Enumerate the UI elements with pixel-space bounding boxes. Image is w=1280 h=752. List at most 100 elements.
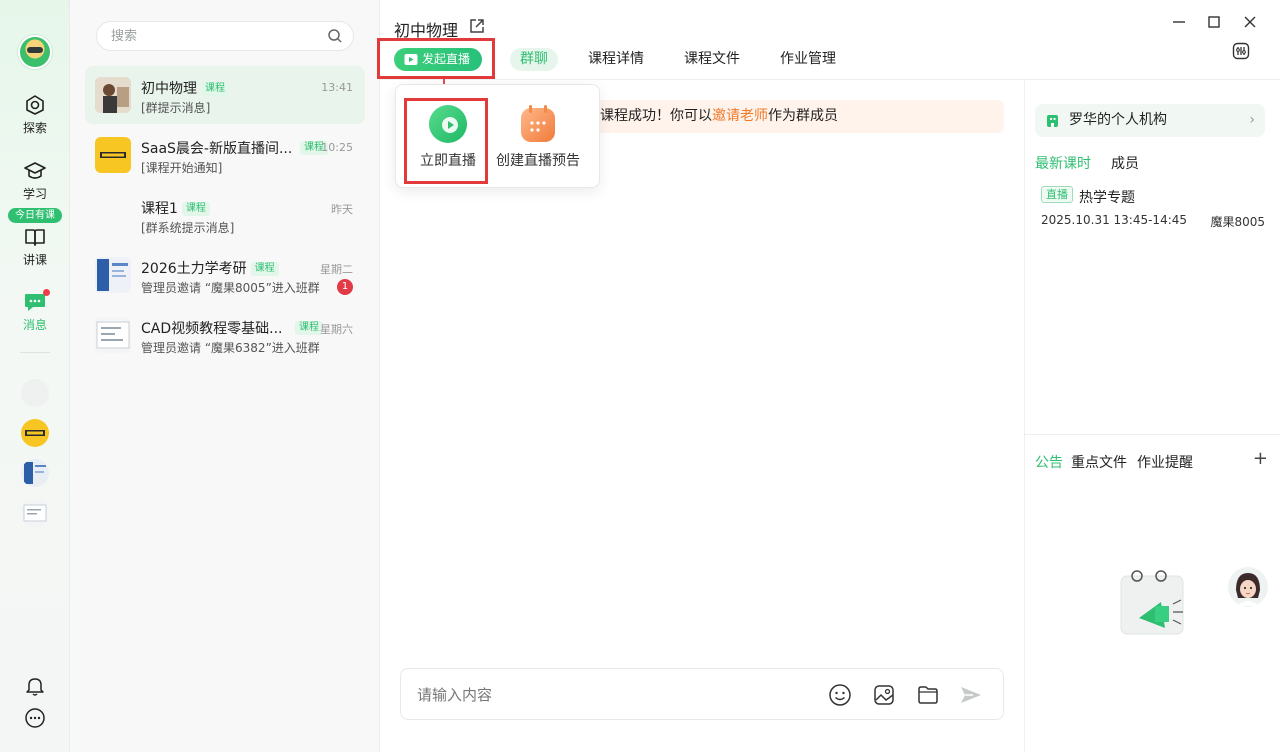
graduation-cap-icon xyxy=(24,162,46,179)
conversation-avatar xyxy=(95,197,131,233)
rail-more[interactable] xyxy=(0,707,70,732)
schedule-live-option[interactable]: 创建直播预告 xyxy=(490,103,586,170)
maximize-icon[interactable] xyxy=(1207,15,1221,29)
conversation-item[interactable]: SaaS晨会-新版直播间... 课程 10:25 [课程开始通知] xyxy=(85,126,365,184)
rail-notifications[interactable] xyxy=(0,675,70,700)
tab-course-files[interactable]: 课程文件 xyxy=(684,48,740,71)
course-side-panel: 罗华的个人机构 › 最新课时 成员 直播 热学专题 2025.10.31 13:… xyxy=(1024,80,1280,752)
tab-homework[interactable]: 作业管理 xyxy=(780,48,836,71)
book-cover-icon xyxy=(97,259,128,291)
rail-label-explore: 探索 xyxy=(22,121,47,135)
search-icon[interactable] xyxy=(327,28,343,44)
conversation-item[interactable]: CAD视频教程零基础... 课程 星期六 管理员邀请 “魔果6382”进入班群 xyxy=(85,306,365,364)
conversation-preview: [群系统提示消息] xyxy=(141,221,235,235)
highlight-box-live-now xyxy=(404,98,488,184)
search-input[interactable] xyxy=(111,22,321,50)
calendar-icon xyxy=(521,105,555,142)
pinned-avatar-4[interactable] xyxy=(21,499,49,527)
message-input[interactable] xyxy=(417,683,797,707)
pinned-avatar-1[interactable] xyxy=(21,379,49,407)
course-tag: 课程 xyxy=(181,202,210,216)
conversation-name: 2026土力学考研 课程 xyxy=(141,258,279,278)
book-cover-icon xyxy=(24,462,46,484)
document-thumb-icon xyxy=(96,321,130,349)
image-icon[interactable] xyxy=(872,683,896,707)
announcement-empty-illustration xyxy=(1120,570,1184,635)
conversation-avatar xyxy=(95,137,131,173)
conversation-time: 13:41 xyxy=(321,81,353,94)
tab-key-files[interactable]: 重点文件 xyxy=(1071,452,1127,472)
conversation-name: SaaS晨会-新版直播间... xyxy=(141,141,293,157)
course-logo-icon xyxy=(100,152,126,158)
teacher-photo-icon xyxy=(95,77,131,113)
add-button[interactable]: + xyxy=(1253,448,1268,469)
tab-course-details[interactable]: 课程详情 xyxy=(588,48,644,71)
settings-tool-icon[interactable] xyxy=(1232,42,1250,60)
folder-icon[interactable] xyxy=(916,683,940,707)
document-thumb-icon xyxy=(23,504,47,522)
minimize-icon[interactable] xyxy=(1172,15,1186,29)
book-icon xyxy=(25,229,45,246)
conversation-preview: 管理员邀请 “魔果8005”进入班群 xyxy=(141,281,320,295)
send-icon[interactable] xyxy=(959,683,983,707)
course-tag: 课程 xyxy=(201,82,229,96)
assistant-avatar-icon[interactable] xyxy=(1227,566,1269,608)
schedule-live-label: 创建直播预告 xyxy=(496,153,580,169)
tab-homework-reminder[interactable]: 作业提醒 xyxy=(1137,452,1193,472)
conversation-time: 星期二 xyxy=(320,263,353,276)
conversation-avatar xyxy=(95,77,131,113)
conversation-preview: 管理员邀请 “魔果6382”进入班群 xyxy=(141,341,320,355)
rail-label-learn: 学习 xyxy=(22,187,47,201)
conversation-avatar xyxy=(95,257,131,293)
tab-group-chat[interactable]: 群聊 xyxy=(510,48,558,71)
message-composer xyxy=(400,668,1004,720)
conversation-time: 10:25 xyxy=(321,141,353,154)
course-tag: 课程 xyxy=(295,321,323,335)
conversation-item[interactable]: 2026土力学考研 课程 星期二 管理员邀请 “魔果8005”进入班群 1 xyxy=(85,246,365,304)
conversation-name: 初中物理 课程 xyxy=(141,78,229,98)
tab-members[interactable]: 成员 xyxy=(1111,153,1139,173)
close-icon[interactable] xyxy=(1243,15,1257,29)
conversation-list: 初中物理课程 13:41 [群提示消息] SaaS晨会-新版直播间... 课程 … xyxy=(70,0,380,752)
course-logo-icon xyxy=(25,430,45,436)
nav-rail: 探索 学习 今日有课 讲课 消息 xyxy=(0,0,70,752)
conversation-name: CAD视频教程零基础... xyxy=(141,321,283,337)
system-notice: 课程成功！你可以邀请老师作为群成员 xyxy=(586,100,1004,133)
conversation-name: 课程1 课程 xyxy=(141,198,210,218)
panel-divider xyxy=(1025,434,1280,435)
rail-item-explore[interactable]: 探索 xyxy=(0,94,70,136)
conversation-avatar xyxy=(95,317,131,353)
pinned-avatar-2[interactable] xyxy=(21,419,49,447)
invite-teacher-link[interactable]: 邀请老师 xyxy=(712,108,768,124)
building-icon xyxy=(1047,115,1058,127)
organization-name: 罗华的个人机构 xyxy=(1069,112,1167,128)
conversation-preview: [群提示消息] xyxy=(141,101,211,115)
pinned-avatar-3[interactable] xyxy=(21,459,49,487)
today-class-badge: 今日有课 xyxy=(8,208,62,223)
rail-item-teach[interactable]: 讲课 xyxy=(0,226,70,268)
unread-dot xyxy=(43,289,50,296)
conversation-time: 昨天 xyxy=(331,203,353,216)
lesson-title[interactable]: 热学专题 xyxy=(1079,187,1135,207)
highlight-box-live-button xyxy=(377,38,495,79)
emoji-icon[interactable] xyxy=(828,683,852,707)
conversation-item[interactable]: 课程1 课程 昨天 [群系统提示消息] xyxy=(85,186,365,244)
rail-item-messages[interactable]: 消息 xyxy=(0,291,70,333)
lesson-teacher: 魔果8005 xyxy=(1210,215,1265,229)
tab-announcements[interactable]: 公告 xyxy=(1035,452,1063,472)
chevron-right-icon: › xyxy=(1249,112,1255,128)
user-avatar[interactable] xyxy=(18,35,52,69)
more-circle-icon xyxy=(25,708,45,728)
search-box[interactable] xyxy=(96,21,354,51)
unread-count-badge: 1 xyxy=(337,279,353,295)
rail-label-teach: 讲课 xyxy=(22,253,47,267)
rail-item-learn[interactable]: 学习 xyxy=(0,160,70,202)
organization-link[interactable]: 罗华的个人机构 › xyxy=(1035,104,1265,137)
tab-latest-lessons[interactable]: 最新课时 xyxy=(1035,153,1091,173)
rail-label-messages: 消息 xyxy=(22,318,47,332)
live-tag: 直播 xyxy=(1041,186,1073,203)
course-tag: 课程 xyxy=(250,262,279,276)
conversation-time: 星期六 xyxy=(320,323,353,336)
conversation-item[interactable]: 初中物理 课程 13:41 [群提示消息] xyxy=(85,66,365,124)
external-link-icon[interactable] xyxy=(469,18,485,34)
